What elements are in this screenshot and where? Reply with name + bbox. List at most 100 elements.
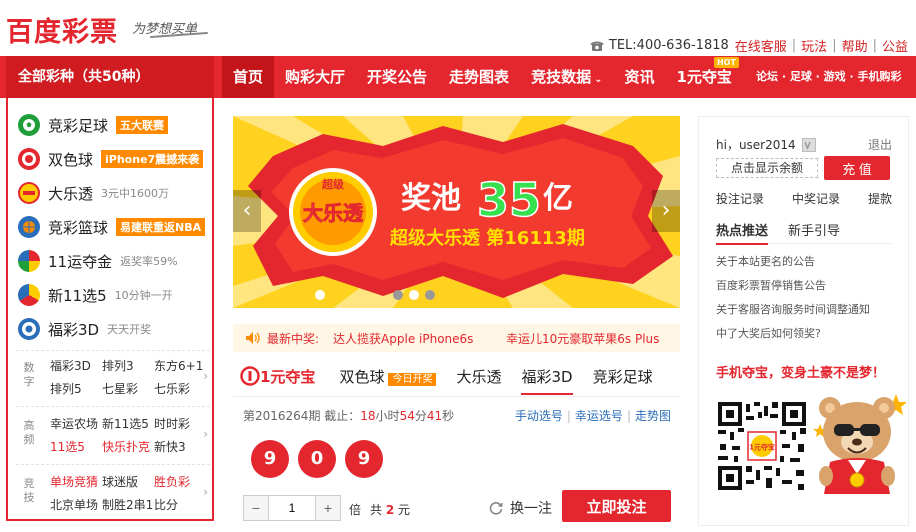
decrease-button[interactable]: − <box>244 496 268 520</box>
win-records-link[interactable]: 中奖记录 <box>792 190 840 207</box>
bet-now-button[interactable]: 立即投注 <box>562 490 671 522</box>
group-link[interactable]: 排列5 <box>50 380 102 397</box>
carousel-dot[interactable] <box>425 290 435 300</box>
change-pick-button[interactable]: 换一注 <box>488 498 552 518</box>
increase-button[interactable]: + <box>316 496 340 520</box>
total-amount: 2 <box>385 503 395 517</box>
nav-sports-data[interactable]: 竞技数据 ⌄ <box>520 56 613 98</box>
sidebar-item-jczq[interactable]: 竞彩足球 五大联赛 <box>18 112 169 138</box>
banner-art: 超级 大乐透 奖池 35 亿 超级大乐透 第16113期 <box>233 116 680 308</box>
phone-icon <box>589 41 604 51</box>
group-link[interactable]: 时时彩 <box>154 415 206 432</box>
recharge-button[interactable]: 充 值 <box>824 156 890 180</box>
carousel-dot[interactable] <box>393 290 403 300</box>
carousel-dot[interactable] <box>315 290 325 300</box>
nav-home[interactable]: 首页 <box>222 56 275 98</box>
promo-tag: 五大联赛 <box>116 116 169 134</box>
all-categories-button[interactable]: 全部彩种（共50种） <box>6 56 214 98</box>
nav-news[interactable]: 资讯 <box>613 56 665 98</box>
logout-link[interactable]: 退出 <box>868 136 892 153</box>
group-link[interactable]: 制胜2串1 <box>102 496 154 513</box>
group-link[interactable]: 胜负彩 <box>154 473 206 490</box>
carousel-dot-active[interactable] <box>409 290 419 300</box>
qr-code: 1元夺宝 <box>716 400 808 492</box>
tab-hot-push[interactable]: 热点推送 <box>716 220 769 245</box>
speaker-icon <box>246 332 260 344</box>
number-ball[interactable]: 9 <box>345 440 383 478</box>
sidebar-item-fc3d[interactable]: 福彩3D 天天开奖 <box>18 316 151 342</box>
group-link[interactable]: 快乐扑克 <box>102 438 154 455</box>
basketball-icon <box>18 216 40 238</box>
group-highfreq: 高频 幸运农场 新11选5 时时彩 11选5 快乐扑克 新快3 › <box>16 406 210 464</box>
group-link[interactable]: 幸运农场 <box>50 415 102 432</box>
tab-1yuan[interactable]: 1元夺宝 <box>240 366 315 387</box>
tab-fc3d[interactable]: 福彩3D <box>521 366 573 395</box>
manual-pick-link[interactable]: 手动选号 <box>515 409 563 423</box>
multiplier-unit: 倍 <box>349 503 362 517</box>
logo[interactable]: 百度彩票 <box>6 10 118 49</box>
promo-banner[interactable]: 超级 大乐透 奖池 35 亿 超级大乐透 第16113期 ‹ › <box>233 116 680 308</box>
chevron-right-icon[interactable]: › <box>203 369 208 383</box>
group-items: 单场竞猜 球迷版 胜负彩 北京单场 制胜2串1 比分 <box>50 473 206 513</box>
sidebar-item-x11x5[interactable]: 新11选5 10分钟一开 <box>18 282 173 308</box>
nav-draw-results[interactable]: 开奖公告 <box>356 56 438 98</box>
nav-lottery-hall[interactable]: 购彩大厅 <box>274 56 356 98</box>
number-ball[interactable]: 9 <box>251 440 289 478</box>
notice-item[interactable]: 关于本站更名的公告 <box>716 254 870 278</box>
group-link[interactable]: 新11选5 <box>102 415 154 432</box>
group-link[interactable]: 新快3 <box>154 438 206 455</box>
group-items: 幸运农场 新11选5 时时彩 11选5 快乐扑克 新快3 <box>50 415 206 455</box>
sidebar-item-ssq[interactable]: 双色球 iPhone7震撼来袭 <box>18 146 204 172</box>
group-link[interactable]: 球迷版 <box>102 473 154 490</box>
tab-dlt[interactable]: 大乐透 <box>456 366 501 387</box>
sidebar-item-dlt[interactable]: 大乐透 3元中1600万 <box>18 180 169 206</box>
tab-newbie-guide[interactable]: 新手引导 <box>788 220 840 244</box>
lucky-pick-link[interactable]: 幸运选号 <box>575 409 623 423</box>
nav-trend-charts[interactable]: 走势图表 <box>438 56 520 98</box>
link-online-service[interactable]: 在线客服 <box>735 36 787 55</box>
info-tabs: 热点推送 新手引导 <box>716 220 892 245</box>
mascot-bear-icon <box>813 394 906 494</box>
group-link[interactable]: 福彩3D <box>50 357 102 374</box>
bet-records-link[interactable]: 投注记录 <box>716 190 764 207</box>
sidebar-item-11ydj[interactable]: 11运夺金 返奖率59% <box>18 248 178 274</box>
group-link[interactable]: 东方6+1 <box>154 357 206 374</box>
link-help[interactable]: 帮助 <box>842 36 868 55</box>
winner-news: 最新中奖: 达人揽获Apple iPhone6s 幸运儿10元豪取苹果6s Pl… <box>233 324 680 352</box>
account-links: 投注记录 中奖记录 提款 <box>716 190 892 207</box>
news-item[interactable]: 达人揽获Apple iPhone6s <box>333 330 473 347</box>
banner-prev-button[interactable]: ‹ <box>233 190 261 232</box>
sidebar-item-jclq[interactable]: 竞彩篮球 易建联重返NBA <box>18 214 206 240</box>
trend-link[interactable]: 走势图 <box>635 409 671 423</box>
11ydj-icon <box>18 250 40 272</box>
news-item[interactable]: 幸运儿10元豪取苹果6s Plus <box>506 330 659 347</box>
show-balance-button[interactable]: 点击显示余额 <box>716 158 818 178</box>
vip-icon <box>801 137 816 152</box>
chevron-right-icon[interactable]: › <box>203 485 208 499</box>
banner-headline-post: 亿 <box>543 181 573 216</box>
group-link[interactable]: 单场竞猜 <box>50 473 102 490</box>
group-link[interactable]: 北京单场 <box>50 496 102 513</box>
nav-right-links[interactable]: 论坛 · 足球 · 游戏 · 手机购彩 <box>756 56 902 98</box>
tab-ssq[interactable]: 双色球 今日开奖 <box>339 366 437 387</box>
notice-item[interactable]: 关于客服咨询服务时间调整通知 <box>716 302 870 326</box>
nav-1yuan[interactable]: 1元夺宝 HOT <box>665 56 742 98</box>
group-link[interactable]: 比分 <box>154 496 206 513</box>
chevron-right-icon[interactable]: › <box>203 427 208 441</box>
link-rules[interactable]: 玩法 <box>801 36 827 55</box>
group-link[interactable]: 排列3 <box>102 357 154 374</box>
dlt-icon <box>18 182 40 204</box>
notice-item[interactable]: 百度彩票暂停销售公告 <box>716 278 870 302</box>
number-ball[interactable]: 0 <box>298 440 336 478</box>
link-charity[interactable]: 公益 <box>882 36 908 55</box>
notice-list: 关于本站更名的公告 百度彩票暂停销售公告 关于客服咨询服务时间调整通知 中了大奖… <box>716 254 870 350</box>
group-link[interactable]: 七星彩 <box>102 380 154 397</box>
tab-jczq[interactable]: 竞彩足球 <box>593 366 653 387</box>
group-link[interactable]: 11选5 <box>50 438 102 455</box>
group-link[interactable]: 七乐彩 <box>154 380 206 397</box>
multiplier-input[interactable] <box>268 496 316 520</box>
banner-next-button[interactable]: › <box>652 190 680 232</box>
withdraw-link[interactable]: 提款 <box>868 190 892 207</box>
pick-mode-links: 手动选号 | 幸运选号 | 走势图 <box>514 409 671 423</box>
notice-item[interactable]: 中了大奖后如何领奖? <box>716 326 870 350</box>
